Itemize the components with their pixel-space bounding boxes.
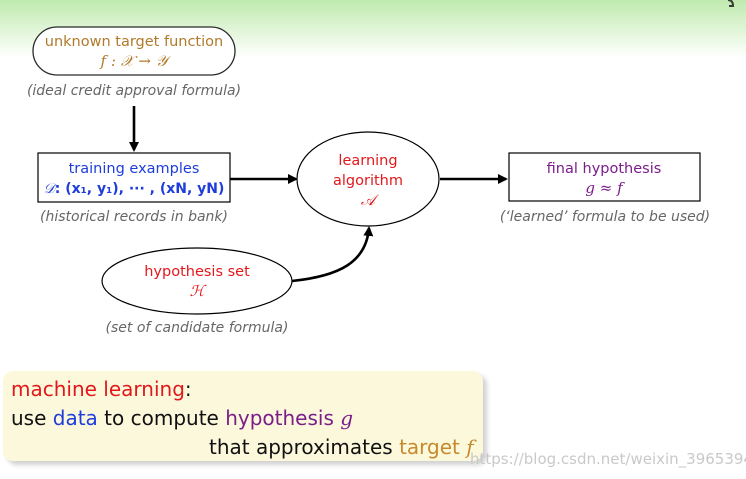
callout-to-compute: to compute [97,406,226,430]
training-examples-formula: 𝒟: (x₁, y₁), ··· , (xN, yN) [44,181,225,197]
callout-approximates: that approximates [209,435,400,459]
hypothesis-set-node: hypothesis set ℋ [101,247,293,315]
training-examples-node: training examples 𝒟: (x₁, y₁), ··· , (xN… [37,152,231,203]
callout-data-term: data [52,406,98,430]
training-examples-caption: (historical records in bank) [40,209,228,225]
arrow-hypothesis-to-algorithm [291,226,374,283]
learning-algorithm-node: learning algorithm 𝒜 [296,131,440,227]
learning-algorithm-line2: algorithm [333,173,403,189]
final-hypothesis-formula: g ≈ f [585,179,625,197]
training-examples-title: training examples [69,161,200,177]
dataset-pairs: : (x₁, y₁), ··· , (xN, yN) [55,181,225,197]
callout-g-symbol: g [340,406,354,430]
hypothesis-set-caption: (set of candidate formula) [106,320,289,336]
source-watermark: https://blog.csdn.net/weixin_39653948 [470,450,746,468]
final-hypothesis-node: final hypothesis g ≈ f [508,152,701,202]
hypothesis-set-ellipse [101,247,293,315]
callout-use: use [11,406,53,430]
unknown-target-formula: f : 𝒳 → 𝒴 [100,52,172,70]
unknown-target-title: unknown target function [45,34,223,50]
unknown-target-caption: (ideal credit approval formula) [27,83,241,99]
final-hypothesis-caption: (‘learned’ formula to be used) [500,209,710,225]
callout-target-term: target [399,435,460,459]
callout-line-2: use data to compute hypothesis g [11,404,353,433]
ml-definition-callout: machine learning: use data to compute hy… [3,371,483,461]
callout-hypothesis-term: hypothesis [225,406,334,430]
hypothesis-set-symbol: ℋ [190,282,207,300]
callout-colon: : [184,377,192,401]
unknown-target-node: unknown target function f : 𝒳 → 𝒴 [32,26,236,76]
callout-line-3: that approximates target f [209,433,474,462]
callout-line-1: machine learning: [11,375,483,404]
learning-algorithm-line1: learning [338,153,397,169]
final-hypothesis-title: final hypothesis [547,161,662,177]
callout-ml-term: machine learning [11,377,185,401]
hypothesis-set-title: hypothesis set [144,264,250,280]
